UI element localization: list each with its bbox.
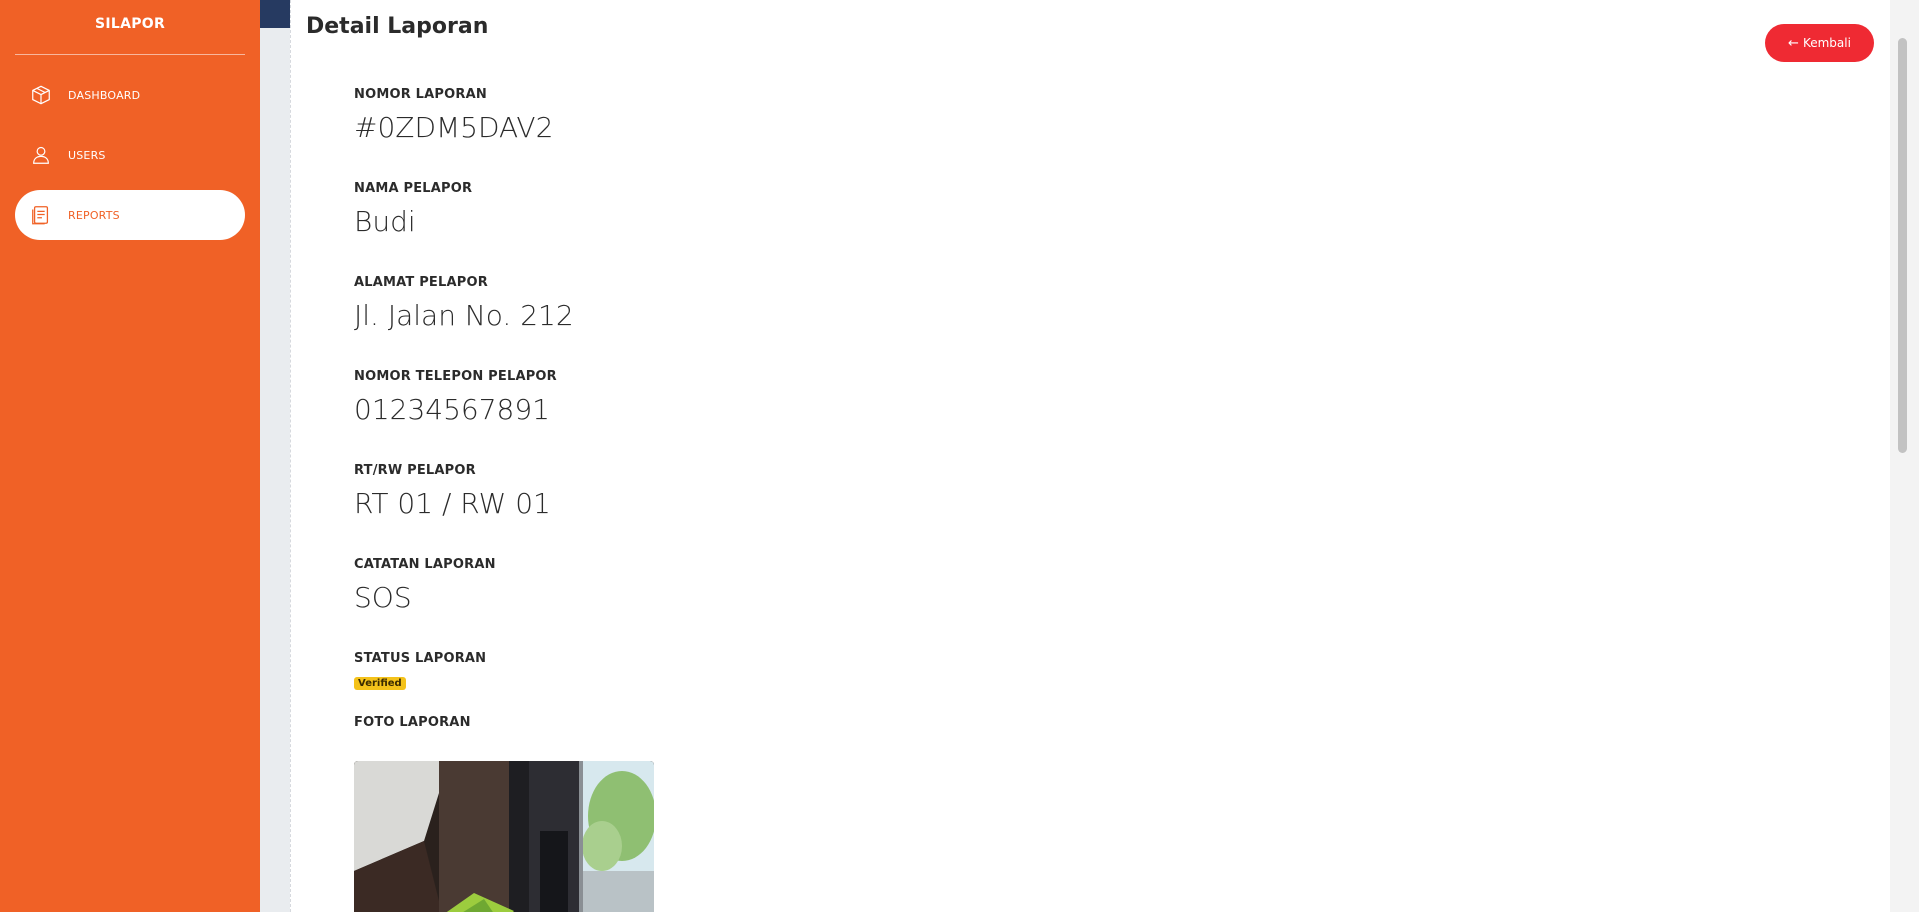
field-nama-pelapor: NAMA PELAPOR Budi <box>354 181 654 275</box>
field-label: FOTO LAPORAN <box>354 715 471 730</box>
field-label: CATATAN LAPORAN <box>354 557 496 572</box>
field-catatan: CATATAN LAPORAN SOS <box>354 557 654 651</box>
report-icon <box>28 202 54 228</box>
field-label: NOMOR TELEPON PELAPOR <box>354 369 557 384</box>
field-label: NAMA PELAPOR <box>354 181 473 196</box>
field-value: SOS <box>354 581 412 614</box>
user-icon <box>28 142 54 168</box>
detail-card: Detail Laporan ← Kembali NOMOR LAPORAN #… <box>290 0 1890 912</box>
scrollbar[interactable] <box>1890 0 1919 912</box>
back-button-label: Kembali <box>1802 36 1851 50</box>
field-label: RT/RW PELAPOR <box>354 463 476 478</box>
field-nomor-laporan: NOMOR LAPORAN #0ZDM5DAV2 <box>354 87 654 181</box>
report-photo[interactable] <box>354 761 654 912</box>
sidebar-nav: DASHBOARD USERS REPORTS <box>0 70 260 240</box>
sidebar-item-label: DASHBOARD <box>68 88 141 102</box>
report-fields: NOMOR LAPORAN #0ZDM5DAV2 NAMA PELAPOR Bu… <box>354 87 654 912</box>
field-label: ALAMAT PELAPOR <box>354 275 488 290</box>
field-nomor-telepon: NOMOR TELEPON PELAPOR 01234567891 <box>354 369 654 463</box>
box-icon <box>28 82 54 108</box>
sidebar-item-label: REPORTS <box>68 208 120 222</box>
sidebar-item-reports[interactable]: REPORTS <box>15 190 245 240</box>
field-value: 01234567891 <box>354 393 550 426</box>
field-status: STATUS LAPORAN Verified <box>354 651 654 690</box>
field-label: STATUS LAPORAN <box>354 651 487 666</box>
sidebar-item-dashboard[interactable]: DASHBOARD <box>15 70 245 120</box>
sidebar-item-users[interactable]: USERS <box>15 130 245 180</box>
page-title: Detail Laporan <box>306 14 489 39</box>
field-value: Jl. Jalan No. 212 <box>354 299 574 332</box>
scrollbar-thumb[interactable] <box>1898 38 1907 453</box>
sidebar-item-label: USERS <box>68 148 106 162</box>
sidebar: SILAPOR DASHBOARD USERS REPORTS <box>0 0 260 912</box>
field-rt-rw: RT/RW PELAPOR RT 01 / RW 01 <box>354 463 654 557</box>
back-button[interactable]: ← Kembali <box>1765 24 1874 62</box>
brand-logo[interactable]: SILAPOR <box>15 0 245 55</box>
field-value: Budi <box>354 205 416 238</box>
field-alamat-pelapor: ALAMAT PELAPOR Jl. Jalan No. 212 <box>354 275 654 369</box>
arrow-left-icon: ← <box>1788 35 1799 51</box>
field-value: #0ZDM5DAV2 <box>354 111 554 144</box>
field-value: RT 01 / RW 01 <box>354 487 551 520</box>
status-badge: Verified <box>354 677 406 690</box>
report-photo-image <box>354 761 654 912</box>
field-label: NOMOR LAPORAN <box>354 87 487 102</box>
